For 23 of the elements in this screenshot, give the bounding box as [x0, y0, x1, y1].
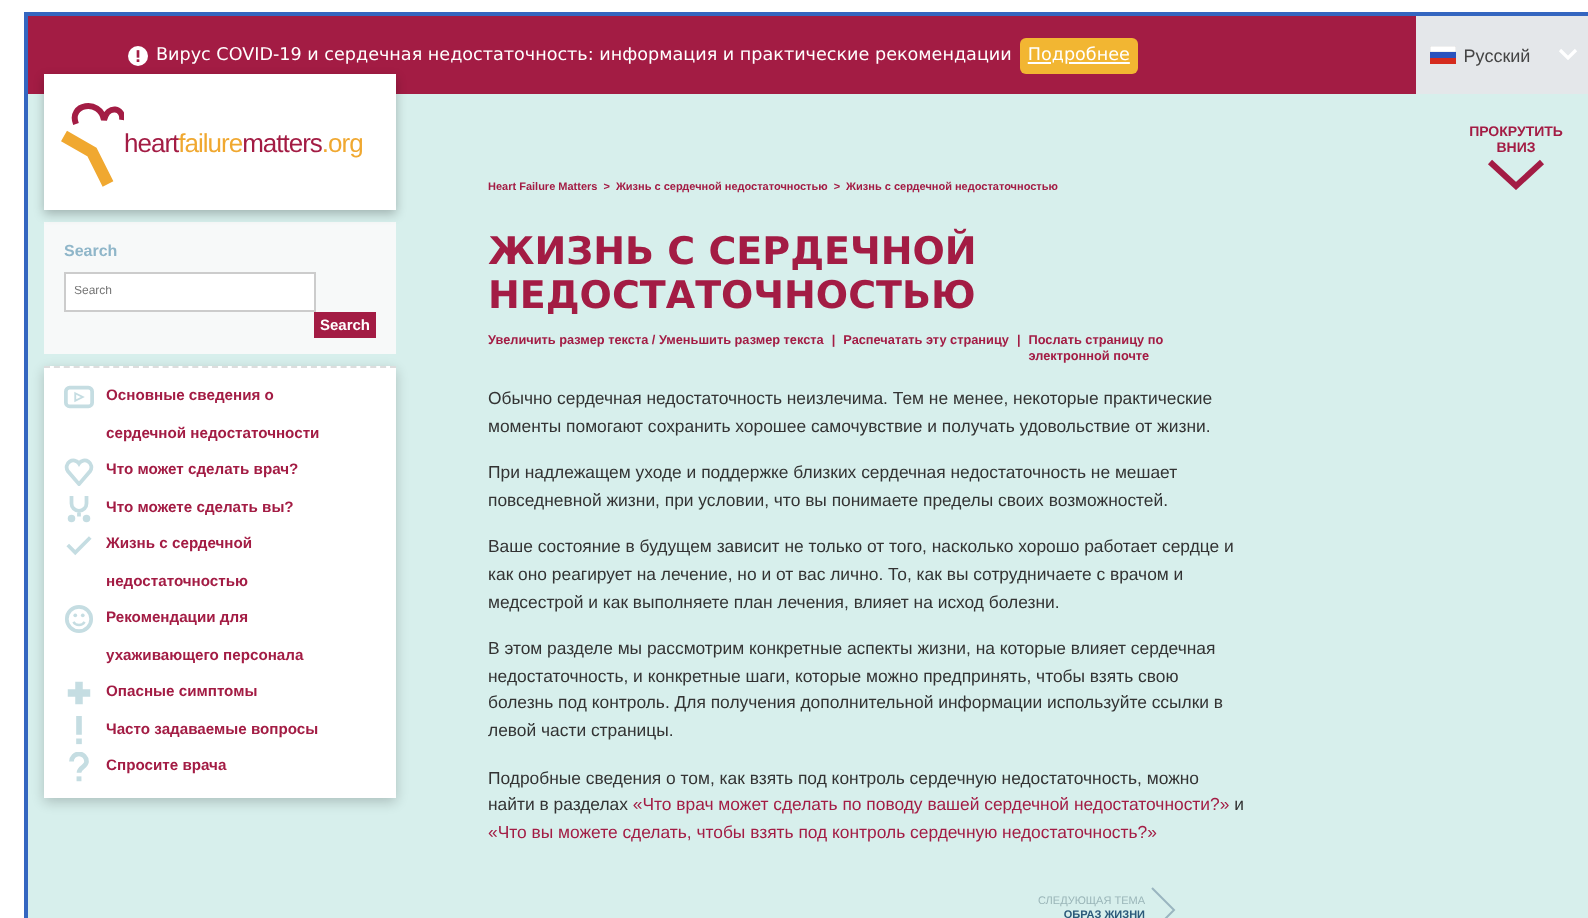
paragraph: Подробные сведения о том, как взять под контроль сердечную недостаточность, можно найти в разделах «Что врач может сделать по поводу вашей сердечной недостаточности?» и «Что вы можете сделать, чтобы взять под контроль сердечную недостаточность?» — [488, 765, 1246, 846]
logo-text: heartfailurematters.org — [124, 128, 363, 158]
heart-icon — [64, 456, 94, 486]
paragraph: Обычно сердечная недостаточность неизлечима. Тем не менее, некоторые практические моменты помогают сохранить хорошее самочувствие и получать удовольствие от жизни. — [488, 386, 1215, 440]
question-icon — [64, 752, 94, 782]
logo[interactable]: heartfailurematters.org — [44, 74, 396, 210]
caret-icon — [1558, 48, 1579, 62]
plus-icon — [64, 678, 94, 708]
paragraph: При надлежащем уходе и поддержке близких сердечная недостаточность не мешает повседневной жизни, при условии, что вы понимаете пределы своих возможностей. — [488, 460, 1180, 514]
video-icon — [64, 382, 94, 412]
chevron-down-icon — [1486, 158, 1546, 190]
page-title: ЖИЗНЬ С СЕРДЕЧНОЙ НЕДОСТАТОЧНОСТЬЮ — [488, 230, 979, 318]
announcement-text: Вирус COVID-19 и сердечная недостаточность: информация и практические рекомендации — [156, 45, 1012, 65]
stethoscope-icon — [64, 493, 94, 523]
flag-icon — [1429, 46, 1456, 64]
paragraph: Ваше состояние в будущем зависит не только от того, насколько хорошо работает сердце и как оно реагирует на лечение, но и от вас лично. То, как вы сотрудничаете с врачом и медсестрой и как выполняете план лечения, влияет на исход болезни. — [488, 534, 1236, 616]
language-selector[interactable]: Русский — [1416, 16, 1588, 94]
smiley-icon — [64, 604, 94, 634]
article-link[interactable]: «Что вы можете сделать, чтобы взять под контроль сердечную недостаточность?» — [488, 821, 1157, 842]
article-link[interactable]: «Что врач может сделать по поводу вашей сердечной недостаточности?» — [632, 794, 1230, 815]
paragraph: В этом разделе мы рассмотрим конкретные аспекты жизни, на которые влияет сердечная недостаточность, и конкретные шаги, которые можно предпринять, чтобы взять свою болезнь под контроль. Для получения дополнительной информации используйте ссылки в левой части страницы. — [488, 636, 1225, 744]
search-label: Search — [64, 242, 120, 260]
alert-icon — [128, 45, 148, 65]
